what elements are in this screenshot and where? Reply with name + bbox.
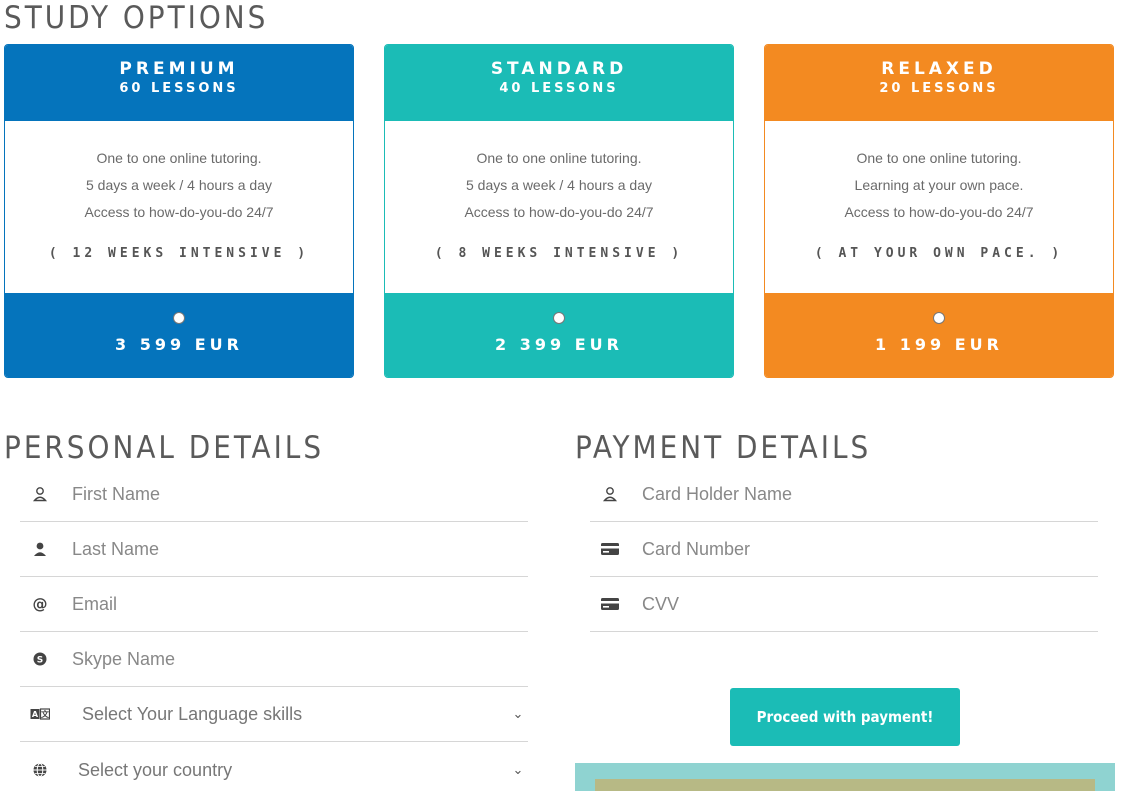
plan-feature: 5 days a week / 4 hours a day <box>86 177 272 193</box>
plan-card-standard[interactable]: STANDARD 40 LESSONS One to one online tu… <box>384 44 734 378</box>
plan-name: PREMIUM <box>119 59 239 79</box>
plan-feature: One to one online tutoring. <box>96 150 262 166</box>
plan-feature: Access to how-do-you-do 24/7 <box>84 204 274 220</box>
last-name-field <box>20 522 528 577</box>
plan-radio[interactable] <box>173 312 185 324</box>
plan-name: RELAXED <box>881 59 997 79</box>
email-field: @ <box>20 577 528 632</box>
plan-price: 2 399 EUR <box>495 335 623 354</box>
svg-text:文: 文 <box>41 709 50 719</box>
card-number-field <box>590 522 1098 577</box>
plan-body: One to one online tutoring. 5 days a wee… <box>5 121 353 293</box>
last-name-input[interactable] <box>60 538 528 560</box>
chevron-down-icon: ⌄ <box>512 762 524 777</box>
country-select-value: Select your country <box>78 759 233 780</box>
language-select-value: Select Your Language skills <box>82 703 303 724</box>
study-options-title: STUDY OPTIONS <box>4 0 269 36</box>
cvv-field <box>590 577 1098 632</box>
card-number-input[interactable] <box>630 538 1098 560</box>
first-name-input[interactable] <box>60 483 528 505</box>
skype-input[interactable] <box>60 648 528 670</box>
user-solid-icon <box>20 541 60 557</box>
svg-text:S: S <box>37 656 43 666</box>
bottom-panel-inner <box>595 779 1095 791</box>
personal-details-title: PERSONAL DETAILS <box>4 430 325 466</box>
skype-icon: S <box>20 651 60 667</box>
email-input[interactable] <box>60 593 528 615</box>
plan-footer: 2 399 EUR <box>385 293 733 377</box>
plan-lessons: 20 LESSONS <box>879 81 999 96</box>
plan-body: One to one online tutoring. 5 days a wee… <box>385 121 733 293</box>
at-icon: @ <box>32 595 48 613</box>
plan-header: RELAXED 20 LESSONS <box>765 45 1113 121</box>
plan-duration: ( 12 WEEKS INTENSIVE ) <box>48 246 310 261</box>
first-name-field <box>20 467 528 522</box>
plan-feature: Access to how-do-you-do 24/7 <box>464 204 654 220</box>
plan-price: 3 599 EUR <box>115 335 243 354</box>
plan-card-relaxed[interactable]: RELAXED 20 LESSONS One to one online tut… <box>764 44 1114 378</box>
plan-feature: Learning at your own pace. <box>854 177 1024 193</box>
plan-feature: Access to how-do-you-do 24/7 <box>844 204 1034 220</box>
plan-footer: 1 199 EUR <box>765 293 1113 377</box>
cvv-input[interactable] <box>630 593 1098 615</box>
credit-card-icon <box>590 597 630 611</box>
plan-lessons: 40 LESSONS <box>499 81 619 96</box>
plan-duration: ( 8 WEEKS INTENSIVE ) <box>434 246 684 261</box>
plan-footer: 3 599 EUR <box>5 293 353 377</box>
user-outline-icon <box>20 486 60 502</box>
skype-field: S <box>20 632 528 687</box>
payment-details-title: PAYMENT DETAILS <box>575 430 872 466</box>
user-outline-icon <box>590 486 630 502</box>
plan-card-premium[interactable]: PREMIUM 60 LESSONS One to one online tut… <box>4 44 354 378</box>
plan-body: One to one online tutoring. Learning at … <box>765 121 1113 293</box>
plan-feature: One to one online tutoring. <box>476 150 642 166</box>
chevron-down-icon: ⌄ <box>512 706 524 721</box>
plan-feature: One to one online tutoring. <box>856 150 1022 166</box>
language-icon: A文 <box>20 707 60 721</box>
globe-icon <box>20 762 60 778</box>
plan-feature: 5 days a week / 4 hours a day <box>466 177 652 193</box>
credit-card-icon <box>590 542 630 556</box>
country-select[interactable]: Select your country ⌄ <box>20 743 528 791</box>
plan-radio[interactable] <box>553 312 565 324</box>
card-holder-input[interactable] <box>630 483 1098 505</box>
svg-text:A: A <box>32 710 39 719</box>
plan-lessons: 60 LESSONS <box>119 81 239 96</box>
plan-header: PREMIUM 60 LESSONS <box>5 45 353 121</box>
language-select[interactable]: A文 Select Your Language skills ⌄ <box>20 687 528 742</box>
plan-duration: ( AT YOUR OWN PACE. ) <box>814 246 1064 261</box>
card-holder-field <box>590 467 1098 522</box>
proceed-payment-button[interactable]: Proceed with payment! <box>730 688 960 746</box>
plan-header: STANDARD 40 LESSONS <box>385 45 733 121</box>
bottom-panel <box>575 763 1115 791</box>
plan-name: STANDARD <box>490 59 628 79</box>
plan-price: 1 199 EUR <box>875 335 1003 354</box>
plan-radio[interactable] <box>933 312 945 324</box>
